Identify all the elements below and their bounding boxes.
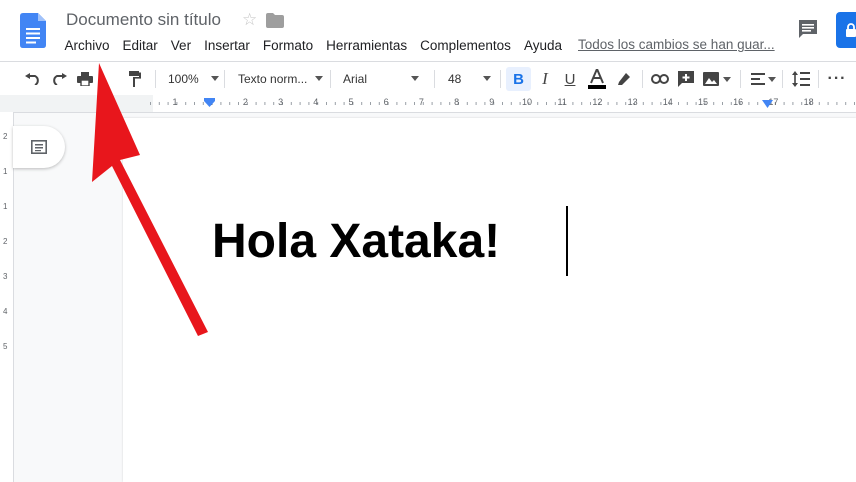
annotation-arrow [92,63,208,336]
